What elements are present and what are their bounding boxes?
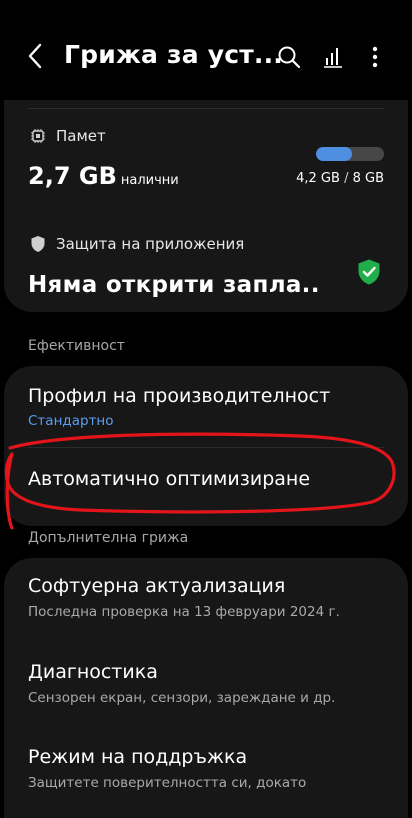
performance-profile-item[interactable]: Профил на производителност Стандартно [4, 366, 408, 446]
memory-usage-fill [316, 147, 352, 161]
memory-usage-text: 4,2 GB / 8 GB [296, 171, 384, 186]
memory-chip-icon [30, 128, 46, 144]
software-update-title: Софтуерна актуализация [28, 575, 286, 597]
section-extra-care: Допълнителна грижа [28, 530, 189, 546]
search-icon[interactable] [276, 44, 302, 70]
divider [28, 108, 384, 109]
maintenance-mode-subtitle: Защитете поверителността си, докато [28, 775, 307, 791]
diagnostics-item[interactable]: Диагностика Сензорен екран, сензори, зар… [4, 644, 408, 730]
bar-chart-icon[interactable] [320, 44, 346, 70]
memory-used: 4,2 GB [296, 171, 340, 186]
memory-available-label: налични [120, 173, 179, 188]
auto-optimize-title: Автоматично оптимизиране [28, 468, 311, 490]
app-protection-label: Защита на приложения [56, 235, 245, 253]
memory-available: 2,7 GB налични [28, 162, 179, 190]
performance-profile-value: Стандартно [28, 413, 114, 429]
auto-optimize-item[interactable]: Автоматично оптимизиране [4, 448, 408, 526]
memory-label: Памет [56, 127, 106, 145]
back-arrow-icon[interactable] [24, 42, 48, 70]
app-protection-row[interactable]: Защита на приложения Няма открити запла.… [4, 224, 408, 310]
diagnostics-title: Диагностика [28, 661, 158, 683]
memory-total: 8 GB [352, 171, 384, 186]
memory-usage-bar [316, 147, 384, 161]
section-efficiency: Ефективност [28, 338, 125, 354]
shield-check-icon [356, 258, 382, 286]
maintenance-mode-item[interactable]: Режим на поддръжка Защитете поверителнос… [4, 730, 408, 800]
memory-row[interactable]: Памет 2,7 GB налични [4, 116, 408, 216]
software-update-item[interactable]: Софтуерна актуализация Последна проверка… [4, 558, 408, 644]
shield-icon [30, 235, 46, 253]
app-header: Грижа за уст... [0, 0, 412, 112]
diagnostics-subtitle: Сензорен екран, сензори, зареждане и др. [28, 690, 336, 706]
page-title: Грижа за уст... [64, 40, 283, 69]
memory-available-value: 2,7 GB [28, 162, 117, 190]
memory-separator: / [339, 171, 353, 186]
app-protection-status: Няма открити запла.. [28, 272, 320, 298]
maintenance-mode-title: Режим на поддръжка [28, 746, 248, 768]
performance-profile-title: Профил на производителност [28, 385, 331, 407]
more-vert-icon[interactable] [362, 44, 388, 70]
software-update-subtitle: Последна проверка на 13 февруари 2024 г. [28, 604, 340, 620]
